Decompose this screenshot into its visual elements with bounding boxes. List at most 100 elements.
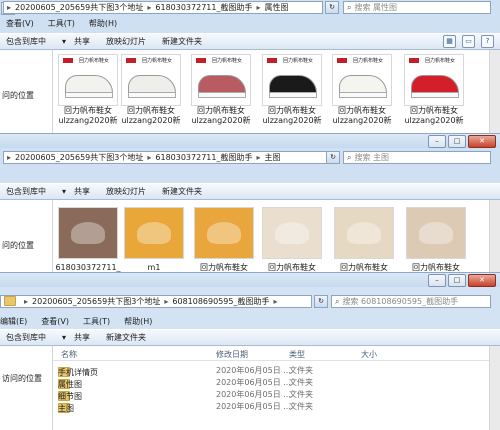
file-tile[interactable]: 回力帆布鞋女 回力帆布鞋女 ulzzang2020新 (327, 54, 397, 126)
close-button[interactable]: ✕ (468, 274, 496, 287)
image-thumbnail: 回力帆布鞋女 (404, 54, 464, 106)
shoe-image (347, 222, 381, 244)
nav-item-recent-places[interactable]: 问的位置 (0, 89, 52, 102)
share-button[interactable]: 共享 (74, 332, 90, 343)
address-segment[interactable]: 20200605_205659共下图3个地址 (32, 296, 160, 307)
nav-item-recent-places[interactable]: 问的位置 (0, 239, 52, 252)
file-tile[interactable]: 回力帆布鞋女 回力帆布鞋女 ulzzang2020新 (53, 54, 123, 126)
refresh-button[interactable]: ↻ (326, 151, 340, 164)
search-input[interactable]: ⌕ 搜索 608108690595_截图助手 (331, 295, 491, 308)
slideshow-button[interactable]: 放映幻灯片 (106, 36, 146, 47)
shoe-sole (65, 92, 113, 98)
column-header-name[interactable]: 名称 (61, 349, 77, 360)
view-options-icon[interactable]: ▦ (443, 35, 456, 48)
new-folder-button[interactable]: 新建文件夹 (162, 36, 202, 47)
share-button[interactable]: 共享 (74, 36, 90, 47)
address-segment[interactable]: 20200605_205659共下图3个地址 (15, 2, 143, 13)
image-thumbnail (58, 207, 118, 259)
address-segment[interactable]: 20200605_205659共下图3个地址 (15, 152, 143, 163)
address-segment[interactable]: 618030372711_截图助手 (155, 2, 252, 13)
image-thumbnail: 回力帆布鞋女 (121, 54, 181, 106)
share-button[interactable]: 共享 (74, 186, 90, 197)
maximize-button[interactable]: □ (448, 135, 466, 148)
address-bar[interactable]: ▸ 20200605_205659共下图3个地址 ▸ 618030372711_… (3, 1, 323, 14)
new-folder-button[interactable]: 新建文件夹 (162, 186, 202, 197)
help-icon[interactable]: ? (481, 35, 494, 48)
table-row[interactable]: 主图 2020年06月05日 ... 文件夹 (53, 399, 490, 413)
file-name-2: ulzzang2020新 (58, 116, 118, 125)
menu-edit[interactable]: 编辑(E) (0, 316, 27, 327)
menu-bar: 编辑(E) 查看(V) 工具(T) 帮助(H) (0, 315, 500, 327)
file-tile[interactable]: 618030372711_ (53, 207, 123, 273)
chevron-right-icon: ▸ (147, 153, 152, 162)
menu-help[interactable]: 帮助(H) (124, 316, 152, 327)
nav-item[interactable] (0, 63, 52, 76)
dropdown-arrow-icon: ▾ (62, 187, 67, 196)
shoe-image (137, 222, 171, 244)
menu-help[interactable]: 帮助(H) (89, 18, 117, 29)
file-tile[interactable]: 回力帆布鞋女 回力帆布鞋女 ulzzang2020新 (186, 54, 256, 126)
minimize-button[interactable]: – (428, 135, 446, 148)
column-header-type[interactable]: 类型 (289, 349, 305, 360)
explorer-window-folder: – □ ✕ ▸ 20200605_205659共下图3个地址 ▸ 6081086… (0, 272, 500, 430)
address-segment[interactable]: 618030372711_截图助手 (155, 152, 252, 163)
file-tile[interactable]: 回力帆布鞋女 回力帆布鞋女 ulzzang2020新 (399, 54, 469, 126)
include-in-library-button[interactable]: 包含到库中 (6, 186, 46, 197)
file-tile[interactable]: 回力帆布鞋女 (189, 207, 259, 273)
nav-item[interactable] (0, 346, 52, 359)
shoe-image (207, 222, 241, 244)
menu-tools[interactable]: 工具(T) (48, 18, 75, 29)
include-in-library-button[interactable]: 包含到库中 (6, 332, 46, 343)
chevron-right-icon: ▸ (256, 153, 261, 162)
brand-logo-icon (337, 58, 347, 63)
shoe-sole (269, 92, 317, 98)
nav-item[interactable] (0, 213, 52, 226)
file-tile[interactable]: 回力帆布鞋女 (329, 207, 399, 273)
file-tile[interactable]: 回力帆布鞋女 回力帆布鞋女 ulzzang2020新 (116, 54, 186, 126)
address-bar[interactable]: ▸ 20200605_205659共下图3个地址 ▸ 608108690595_… (0, 295, 312, 308)
address-segment[interactable]: 主图 (264, 152, 280, 163)
minimize-button[interactable]: – (428, 274, 446, 287)
menu-view[interactable]: 查看(V) (6, 18, 34, 29)
refresh-button[interactable]: ↻ (325, 1, 339, 14)
maximize-button[interactable]: □ (448, 274, 466, 287)
brand-logo-icon (267, 58, 277, 63)
image-thumbnail (194, 207, 254, 259)
address-bar[interactable]: ▸ 20200605_205659共下图3个地址 ▸ 618030372711_… (3, 151, 333, 164)
shoe-sole (411, 92, 459, 98)
image-thumbnail (124, 207, 184, 259)
file-tile[interactable]: 回力帆布鞋女 (401, 207, 471, 273)
slideshow-button[interactable]: 放映幻灯片 (106, 186, 146, 197)
menu-tools[interactable]: 工具(T) (83, 316, 110, 327)
search-input[interactable]: ⌕ 搜索 属性图 (343, 1, 491, 14)
preview-pane-icon[interactable]: ▭ (462, 35, 475, 48)
column-header-date[interactable]: 修改日期 (216, 349, 248, 360)
file-tile[interactable]: 回力帆布鞋女 回力帆布鞋女 ulzzang2020新 (257, 54, 327, 126)
dropdown-arrow-icon: ▾ (62, 37, 67, 46)
vertical-scrollbar[interactable] (489, 346, 500, 430)
address-segment[interactable]: 608108690595_截图助手 (172, 296, 269, 307)
nav-item[interactable] (0, 226, 52, 239)
file-tile[interactable]: 回力帆布鞋女 (257, 207, 327, 273)
search-input[interactable]: ⌕ 搜索 主图 (343, 151, 491, 164)
nav-item-recent-places[interactable]: 访问的位置 (0, 372, 52, 385)
close-button[interactable]: ✕ (468, 135, 496, 148)
nav-item[interactable] (0, 76, 52, 89)
file-tile[interactable]: m1 (119, 207, 189, 273)
vertical-scrollbar[interactable] (489, 50, 500, 140)
shoe-sole (198, 92, 246, 98)
nav-item[interactable] (0, 359, 52, 372)
menu-view[interactable]: 查看(V) (41, 316, 69, 327)
column-header-size[interactable]: 大小 (361, 349, 377, 360)
refresh-button[interactable]: ↻ (314, 295, 328, 308)
nav-item[interactable] (0, 200, 52, 213)
shoe-image (419, 222, 453, 244)
image-thumbnail: 回力帆布鞋女 (262, 54, 322, 106)
nav-item[interactable] (0, 50, 52, 63)
include-in-library-button[interactable]: 包含到库中 (6, 36, 46, 47)
thumb-caption: 回力帆布鞋女 (79, 58, 110, 64)
address-segment[interactable]: 属性图 (264, 2, 288, 13)
explorer-window-main-images: – □ ✕ ▸ 20200605_205659共下图3个地址 ▸ 6180303… (0, 133, 500, 284)
new-folder-button[interactable]: 新建文件夹 (106, 332, 146, 343)
chevron-right-icon: ▸ (147, 3, 152, 12)
